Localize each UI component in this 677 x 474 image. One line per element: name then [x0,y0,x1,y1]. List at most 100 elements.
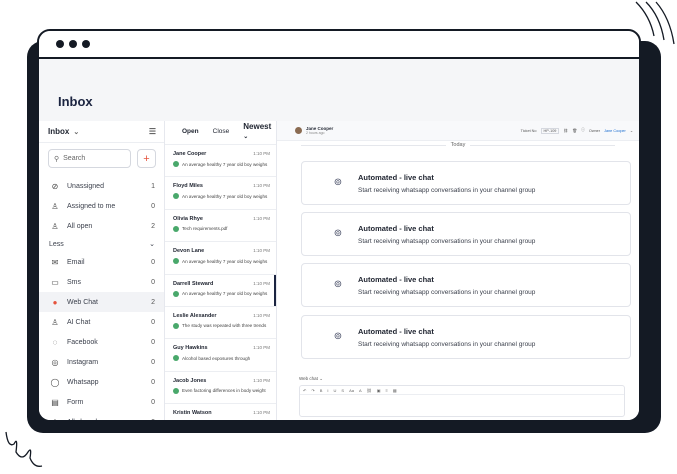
window-dot-icon[interactable] [82,40,90,48]
sidebar-item-label: Web Chat [67,298,98,306]
chat-bubble-icon: ▭ [51,277,59,287]
sidebar-item-whatsapp[interactable]: ◯ Whatsapp 0 [39,372,164,392]
sidebar-item-sms[interactable]: ▭ Sms 0 [39,272,164,292]
conversation-name: Darrell Steward [173,280,214,287]
title-bar [39,31,639,59]
sidebar-item-label: Form [67,398,84,406]
less-toggle[interactable]: Less ⌄ [39,236,164,252]
sidebar-item-count: 1 [151,182,155,190]
link-icon[interactable]: ⛓ [367,388,372,393]
avatar [173,290,179,297]
card-text: Start receiving whatsapp conversations i… [358,237,536,245]
list-item[interactable]: Jane Cooper 1:10 PM An average healthy 7 y… [165,145,276,178]
font-size-select[interactable]: A [359,388,362,393]
conversation-time: 1:10 PM [253,215,270,221]
add-button[interactable]: + [137,149,156,168]
sidebar-item-label: Assigned to me [67,202,116,210]
font-select[interactable]: Aa [349,388,354,393]
card-title: Automated - live chat [358,326,434,336]
underline-icon[interactable]: U [334,388,337,393]
chat-header-actions: Ticket No HP-109 ⛓ 🗑 ⓘ Owner Jane Cooper… [520,127,633,134]
search-placeholder: Search [63,155,86,162]
sidebar-item-form[interactable]: ▤ Form 0 [39,392,164,412]
filter-icon[interactable]: ☰ [149,127,156,136]
list-item[interactable]: Kristin Watson1:10 PMSo yes, the alcohol… [165,404,276,420]
ticket-label: Ticket No [520,128,537,133]
sidebar-item-email[interactable]: ✉ Email 0 [39,252,164,272]
sidebar-item-assigned-to-me[interactable]: ♙ Assigned to me 0 [39,196,164,216]
sidebar: Inbox ⌄ ☰ ⚲ Search + ⊘ Unassigned 1 ♙ Assigne… [39,121,165,420]
avatar [173,322,179,329]
list-item[interactable]: Olivia Rhye 1:10 PM Tech requirements.pdf [165,210,276,243]
user-icon: ♙ [51,317,59,327]
eraser-icon[interactable]: ⌫ [297,422,310,423]
chevron-down-icon[interactable]: ⌄ [73,129,79,136]
sidebar-item-all-closed[interactable]: ♙ All closed 0 [39,412,164,422]
search-row: ⚲ Search + [39,143,164,176]
sidebar-item-facebook[interactable]: ◌ Facebook 0 [39,332,164,352]
app-body: Inbox Inbox ⌄ ☰ ⚲ Search + ⊘ Unassigned 1 ♙ A… [39,59,639,420]
sidebar-item-label: Sms [67,278,81,286]
conversation-time: 1:10 PM [253,377,270,383]
sidebar-item-count: 0 [151,378,155,386]
info-icon[interactable]: ⓘ [581,128,585,133]
sidebar-item-web-chat[interactable]: ● Web Chat 2 [39,292,164,312]
sidebar-item-label: Whatsapp [67,378,99,386]
conversation-time: 1:10 PM [253,248,270,254]
undo-icon[interactable]: ↶ [303,388,306,393]
list-icon[interactable]: ≡ [386,388,388,393]
list-item[interactable]: Leslie Alexander 1:10 PM The study was rep… [165,307,276,340]
sidebar-item-all-open[interactable]: ♙ All open 2 [39,216,164,236]
sidebar-item-ai-chat[interactable]: ♙ AI Chat 0 [39,312,164,332]
trash-icon[interactable]: 🗑 [572,128,577,133]
card-text: Start receiving whatsapp conversations i… [358,340,536,348]
list-item[interactable]: Devon Lane 1:10 PM An average healthy 7 ye… [165,242,276,275]
message-card: ⊚ Automated - live chat Start receiving wh… [301,161,631,205]
bot-icon: ⊚ [333,279,343,290]
sidebar-header[interactable]: Inbox ⌄ ☰ [39,121,164,143]
sidebar-item-unassigned[interactable]: ⊘ Unassigned 1 [39,176,164,196]
list-item[interactable]: Guy Hawkins 1:10 PM Alcohol based exposure… [165,339,276,372]
list-item[interactable]: Floyd Miles 1:10 PM An average healthy 7 y… [165,177,276,210]
send-button[interactable]: ➤ [619,421,631,422]
sort-label: Newest [243,122,272,131]
conversation-preview: Alcohol based exposures through [182,355,251,361]
conversation-time: 1:10 PM [253,345,270,351]
italic-icon[interactable]: I [327,388,328,393]
owner-select[interactable]: Jane Cooper [604,129,626,133]
ticket-number[interactable]: HP-109 [540,127,560,134]
channel-select[interactable]: Web chat ⌄ [299,376,625,382]
strikethrough-icon[interactable]: S [341,388,344,393]
sidebar-channels-group: ✉ Email 0 ▭ Sms 0 ● Web Chat 2 ♙ AI Chat 0 ◌ Facebook… [39,252,164,422]
table-icon[interactable]: ▦ [393,388,397,393]
link-icon[interactable]: ⛓ [563,128,568,133]
list-item[interactable]: Darrell Steward 1:10 PM An average healthy… [165,274,276,307]
window-dot-icon[interactable] [69,40,77,48]
list-item[interactable]: Jacob Jones 1:10 PM Even factoring differe… [165,372,276,405]
sidebar-item-count: 0 [151,358,155,366]
conversation-time: 1:10 PM [253,280,270,286]
conversation-name: Kristin Watson [173,410,212,417]
image-icon[interactable]: ▣ [377,388,381,393]
bold-icon[interactable]: B [320,388,323,393]
chevron-down-icon[interactable]: ⌄ [630,128,633,133]
owner-label: Owner [588,128,601,133]
sidebar-item-count: 0 [151,278,155,286]
conversation-name: Floyd Miles [173,183,203,190]
window-dot-icon[interactable] [56,40,64,48]
tab-close[interactable]: Close [213,128,230,135]
search-input[interactable]: ⚲ Search [48,149,131,168]
avatar [173,193,179,200]
message-editor[interactable]: ↶ ↷ B I U S Aa A ⛓ ▣ ≡ ▦ [299,385,625,417]
sort-dropdown[interactable]: Newest ⌄ [243,122,271,140]
user-icon: ♙ [51,417,59,422]
conversation-preview: Even factoring differences in body weigh… [182,388,266,394]
redo-icon[interactable]: ↷ [311,388,314,393]
channel-label: Web chat [299,376,318,381]
composer-footer: ⌫ ➤ [297,421,631,422]
tab-open[interactable]: Open [182,128,199,135]
plus-icon: + [143,152,150,165]
sidebar-item-instagram[interactable]: ◎ Instagram 0 [39,352,164,372]
avatar [295,127,302,134]
search-icon: ⚲ [54,155,60,163]
